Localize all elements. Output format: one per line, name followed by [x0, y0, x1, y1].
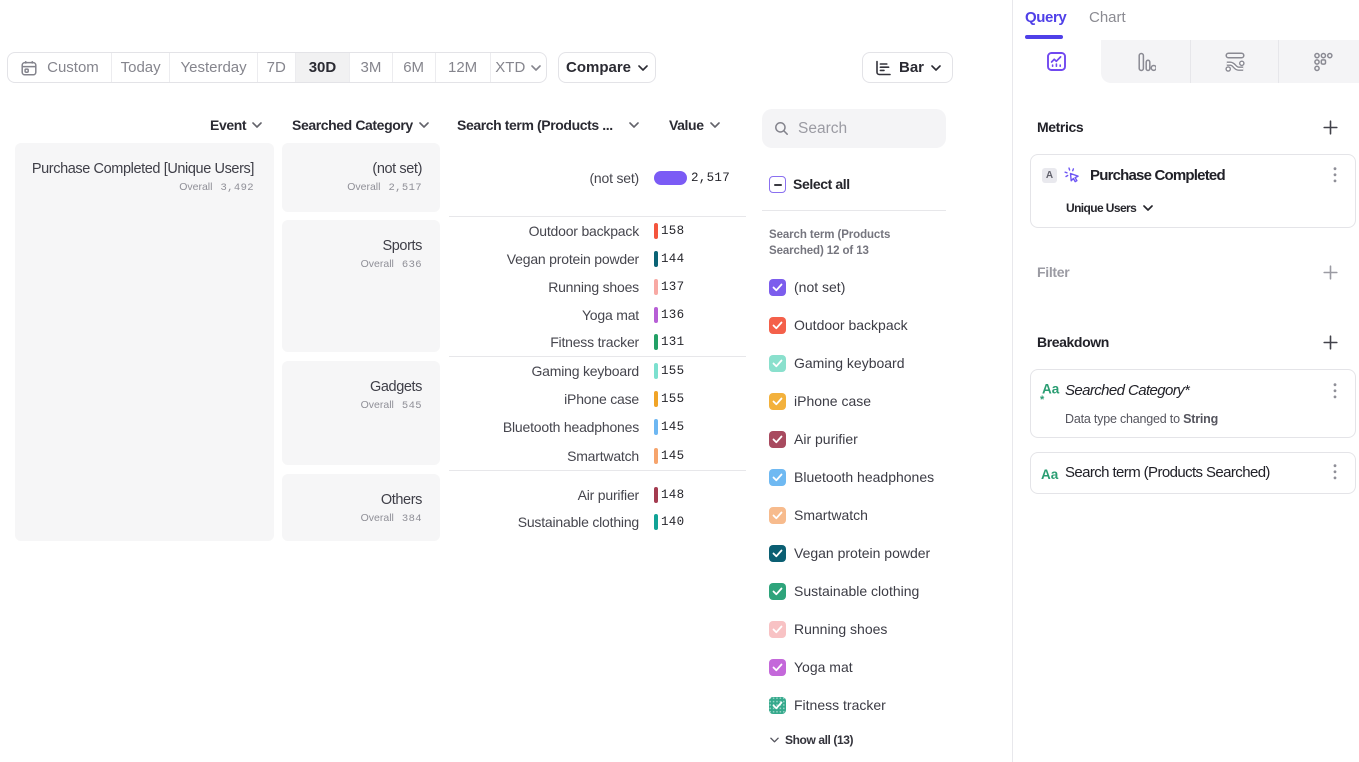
svg-text:*: * — [1040, 394, 1045, 403]
svg-text:Aa: Aa — [1042, 382, 1060, 397]
svg-text:Aa: Aa — [1041, 467, 1059, 482]
